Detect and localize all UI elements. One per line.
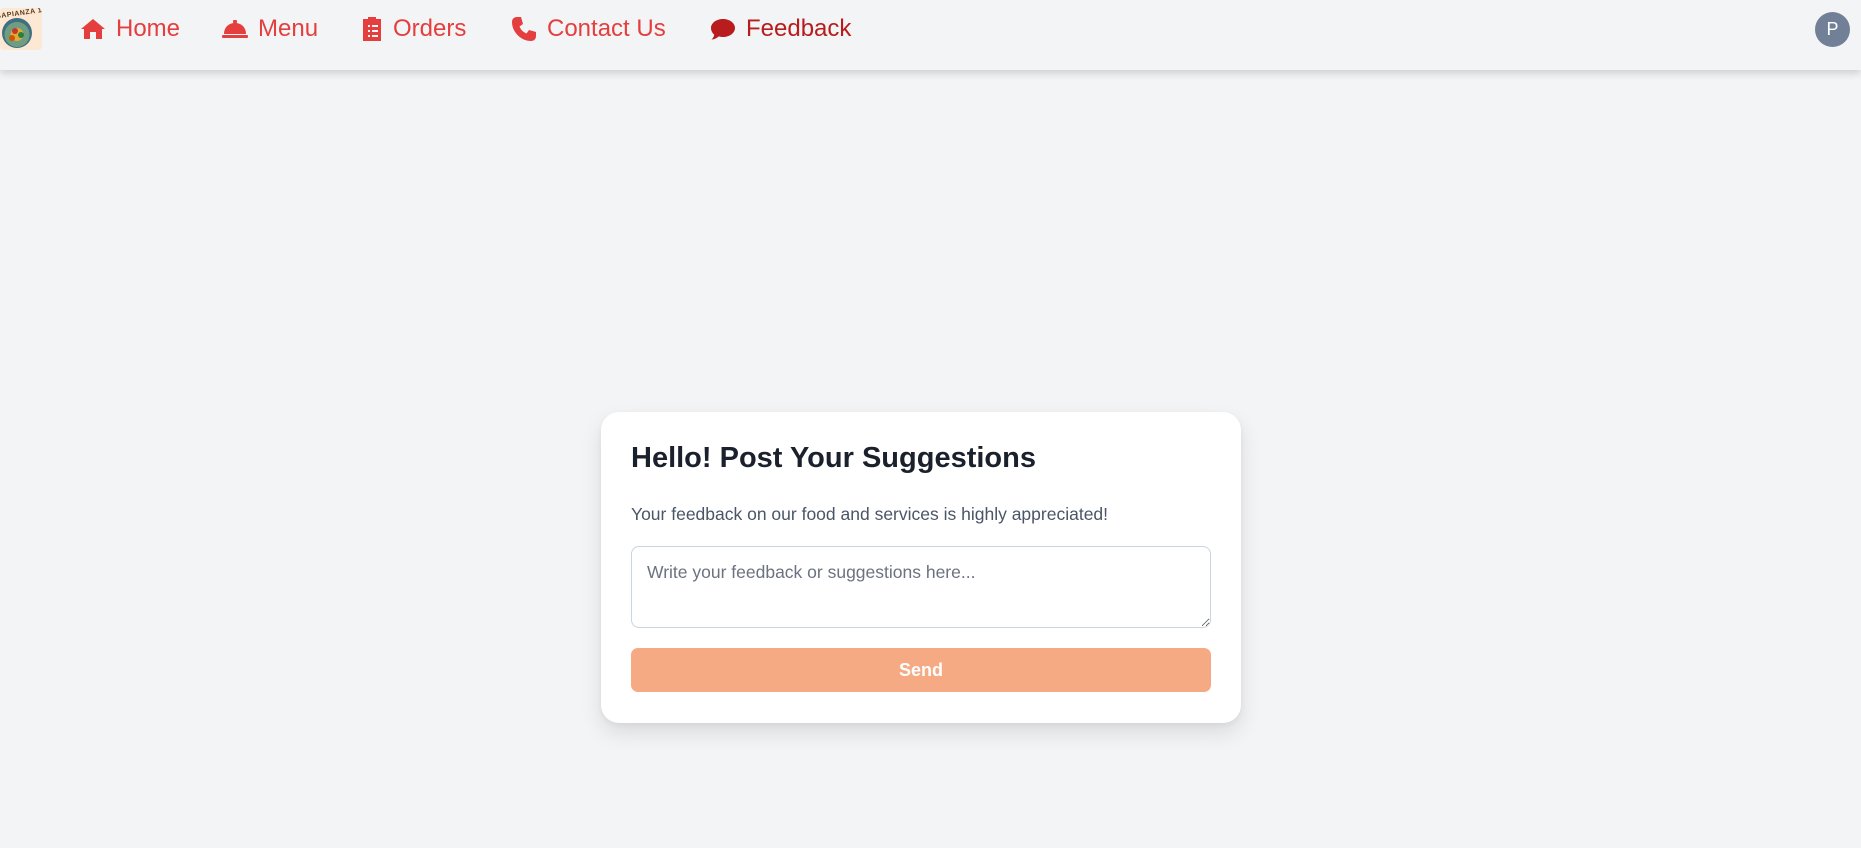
feedback-title: Hello! Post Your Suggestions xyxy=(631,442,1036,474)
nav-menu-link[interactable]: Menu xyxy=(222,12,318,46)
user-avatar[interactable]: P xyxy=(1815,12,1850,47)
nav-home-link[interactable]: Home xyxy=(80,12,180,46)
send-button[interactable]: Send xyxy=(631,648,1211,692)
nav-home-label: Home xyxy=(116,15,181,42)
comment-icon xyxy=(711,19,735,40)
feedback-textarea[interactable] xyxy=(631,546,1211,628)
nav-menu-label: Menu xyxy=(258,15,319,42)
feedback-card: Hello! Post Your Suggestions Your feedba… xyxy=(601,412,1241,723)
feedback-subtitle: Your feedback on our food and services i… xyxy=(631,504,1109,524)
home-icon xyxy=(81,19,105,39)
nav-contact-label: Contact Us xyxy=(547,15,666,42)
bell-icon xyxy=(222,20,248,38)
nav-feedback-link[interactable]: Feedback xyxy=(710,12,851,46)
clipboard-list-icon xyxy=(363,17,381,41)
nav-orders-link[interactable]: Orders xyxy=(361,12,466,46)
top-navbar: SAPIANZA 18 Home Menu Orders Contact Us … xyxy=(0,0,1861,70)
phone-icon xyxy=(512,17,536,41)
nav-orders-label: Orders xyxy=(393,15,467,42)
brand-logo[interactable]: SAPIANZA 18 xyxy=(0,8,42,50)
nav-feedback-label: Feedback xyxy=(746,15,852,42)
nav-contact-link[interactable]: Contact Us xyxy=(511,12,666,46)
